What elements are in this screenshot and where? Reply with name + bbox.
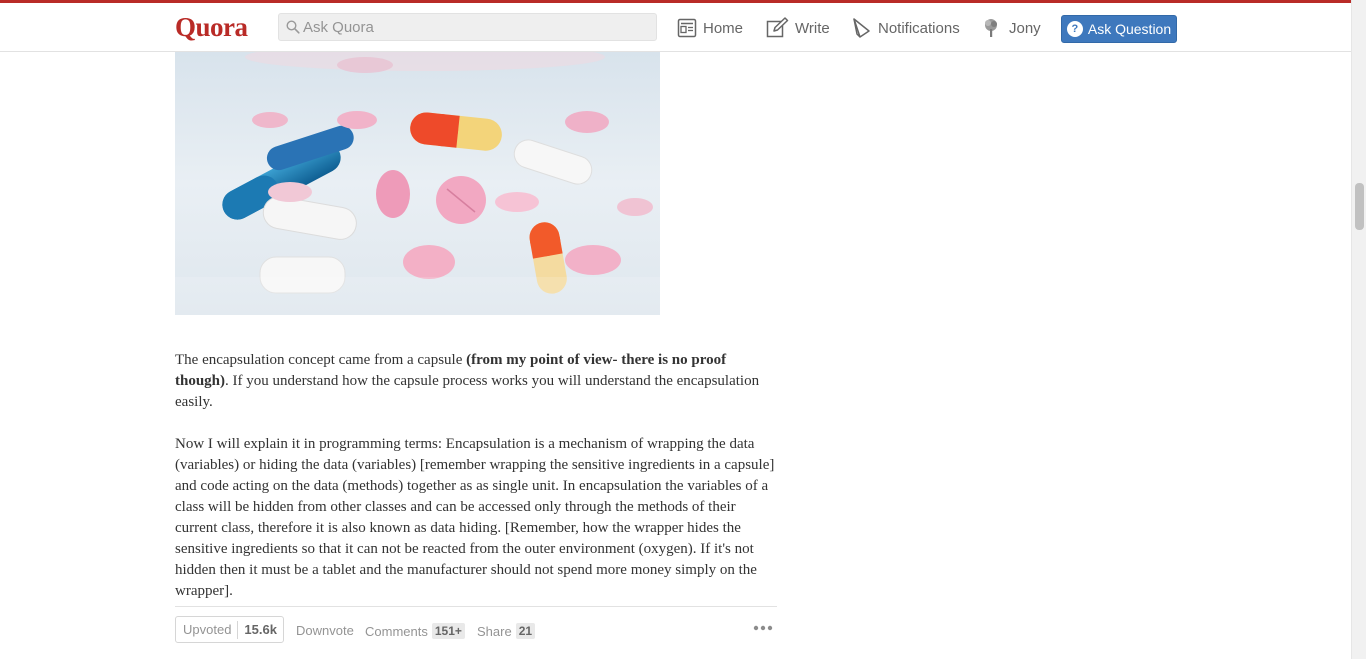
answer-paragraph-2: Now I will explain it in programming ter… <box>175 436 775 599</box>
nav-home[interactable]: Home <box>677 16 743 40</box>
nav-write-label: Write <box>795 19 830 37</box>
share-count: 21 <box>515 623 536 639</box>
answer-image-pills <box>175 52 660 315</box>
upvote-button[interactable]: Upvoted 15.6k <box>175 616 284 643</box>
nav-profile-name: Jony <box>1009 19 1041 37</box>
share-button[interactable]: Share 21 <box>477 623 536 639</box>
answer-action-bar: Upvoted 15.6k Downvote Comments 151+ Sha… <box>175 606 777 646</box>
para1-start: The encapsulation concept came from a ca… <box>175 352 467 368</box>
nav-notifications[interactable]: Notifications <box>852 16 960 40</box>
write-pencil-icon <box>766 17 789 38</box>
downvote-button[interactable]: Downvote <box>296 623 354 638</box>
ask-question-label: Ask Question <box>1087 21 1172 37</box>
upvote-label: Upvoted <box>183 622 232 637</box>
comments-button[interactable]: Comments 151+ <box>365 623 465 639</box>
search-icon <box>286 20 300 34</box>
para1-end: . If you understand how the capsule proc… <box>175 373 760 410</box>
scrollbar-thumb[interactable] <box>1355 183 1364 230</box>
pills-photo-illustration <box>175 52 660 315</box>
search-input[interactable] <box>303 14 653 40</box>
share-label: Share <box>477 623 512 639</box>
top-navigation-bar: Quora Home Write Notifications <box>0 0 1351 52</box>
nav-notifications-label: Notifications <box>878 19 960 37</box>
nav-profile[interactable]: Jony <box>981 16 1041 40</box>
answer-body: The encapsulation concept came from a ca… <box>175 350 780 623</box>
question-bubble-icon: ? <box>1066 21 1083 37</box>
avatar-icon <box>985 19 997 37</box>
home-feed-icon <box>677 18 697 38</box>
answer-paragraph-1: The encapsulation concept came from a ca… <box>175 350 780 413</box>
more-options-icon[interactable] <box>753 625 773 631</box>
comments-count: 151+ <box>431 623 465 639</box>
ask-question-button[interactable]: ? Ask Question <box>1061 15 1177 43</box>
comments-label: Comments <box>365 623 428 639</box>
nav-write[interactable]: Write <box>766 16 830 40</box>
quora-logo[interactable]: Quora <box>175 12 248 43</box>
notifications-icon <box>853 18 870 38</box>
upvote-count: 15.6k <box>237 620 277 639</box>
page-scrollbar[interactable] <box>1351 0 1366 659</box>
downvote-label: Downvote <box>296 623 354 638</box>
search-box[interactable] <box>278 13 657 41</box>
nav-home-label: Home <box>703 19 744 37</box>
